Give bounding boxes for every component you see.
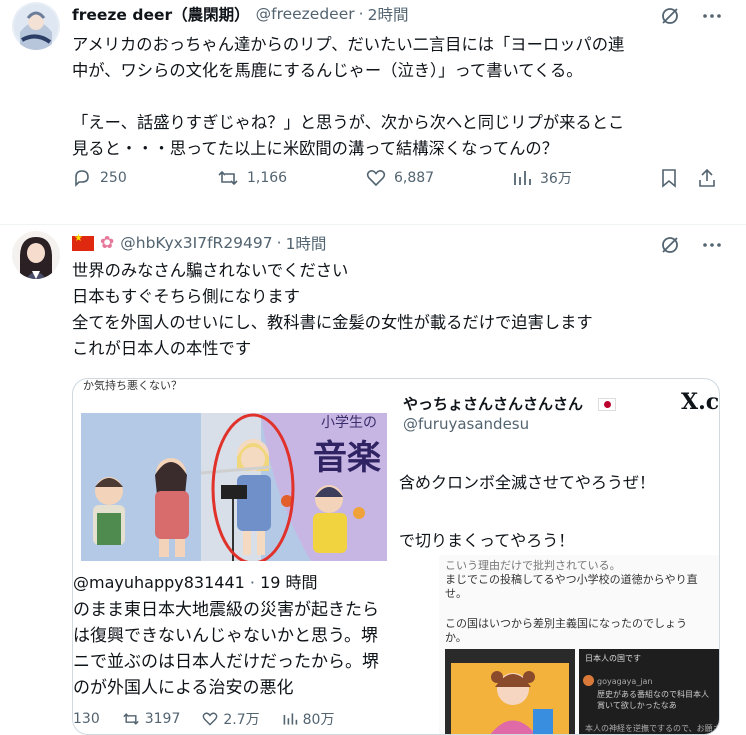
mini-avatar xyxy=(583,675,594,686)
embedded-handle: @mayuhappy831441 xyxy=(73,573,245,592)
small-line: せ。 xyxy=(445,587,467,600)
heart-icon xyxy=(202,712,218,726)
views-icon xyxy=(283,713,297,725)
tweet-line xyxy=(72,84,732,110)
retweet-icon xyxy=(123,713,139,725)
embedded-line: のまま東日本大地震級の災害が起きたら xyxy=(73,600,379,620)
avatar[interactable] xyxy=(12,2,60,50)
tweet-header: freeze deer（農閑期） @freezedeer · 2時間 xyxy=(72,3,408,25)
embedded-reply-count: 130 xyxy=(73,711,100,727)
image-caption: か気持ち悪くない？ xyxy=(83,379,182,392)
display-name[interactable]: freeze deer（農閑期） xyxy=(72,3,250,25)
tweet-line: 日本もすぐそちら側になります xyxy=(72,287,300,306)
more-options-icon[interactable] xyxy=(702,6,722,26)
mini-handle: goyagaya_jan xyxy=(597,677,653,686)
embedded-line: は復興できないんじゃないかと思う。堺 xyxy=(73,626,378,646)
embedded-line: ニで並ぶのは日本人だけだったから。堺 xyxy=(73,652,379,672)
small-line: この国はいつから差別主義国になったのでしょう xyxy=(445,617,687,630)
embedded-name: やっちょさんさんさんさん xyxy=(403,395,584,413)
embedded-views: 80万 xyxy=(282,709,335,729)
reply-icon xyxy=(75,170,89,187)
views-count: 36万 xyxy=(540,171,572,187)
timestamp[interactable]: 1時間 xyxy=(286,232,327,254)
tweet-line: 「えー、話盛りすぎじゃね？」と思うが、次から次へと同じリプが来るとこ xyxy=(72,113,625,132)
tweet-line: 全てを外国人のせいにし、教科書に金髪の女性が載るだけで迫害します xyxy=(72,313,593,332)
embedded-retweet: 3197 xyxy=(122,711,181,727)
small-line: か。 xyxy=(445,631,467,644)
embedded-like-count: 2.7万 xyxy=(223,712,260,728)
tweet-header: ✿ @hbKyx3I7fR29497 · 1時間 xyxy=(72,232,326,254)
avatar[interactable] xyxy=(12,231,60,279)
like-button[interactable]: 6,887 xyxy=(366,168,434,188)
tweet-line: 中が、ワシらの文化を馬鹿にするんじゃー（泣き）」って書いてくる。 xyxy=(72,61,583,80)
music-text: 音楽 xyxy=(313,438,381,478)
tweet-line: 見ると・・・思ってた以上に米欧間の溝って結構深くなってんの？ xyxy=(72,139,558,158)
embedded-time: 19 時間 xyxy=(260,573,318,592)
retweet-count: 1,166 xyxy=(247,170,288,186)
embedded-line: のが外国人による治安の悪化 xyxy=(73,678,294,698)
heart-icon xyxy=(366,170,386,187)
embedded-retweet-count: 3197 xyxy=(144,711,181,727)
views-button[interactable]: 36万 xyxy=(512,168,572,188)
screenshot-left: か気持ち悪くない？ 小学生の 音楽 @mayuhappy831441 · 19 … xyxy=(73,379,393,734)
retweet-icon xyxy=(218,170,238,186)
share-button[interactable] xyxy=(697,168,717,188)
china-flag-icon xyxy=(72,233,94,251)
tweet-text: アメリカのおっちゃん達からのリプ、だいたい二言目には「ヨーロッパの連 中が、ワシ… xyxy=(72,32,732,162)
embedded-line: 含めクロンボ全滅させてやろうぜ！ xyxy=(399,473,656,492)
tweet-top-actions xyxy=(660,6,722,26)
small-line: まじでこの投稿してるやつ小学校の道徳からやり直 xyxy=(445,573,698,586)
separator: · xyxy=(276,234,282,252)
tweet-top-actions xyxy=(660,235,722,255)
tweet-line: 世界のみなさん騙されないでください xyxy=(72,261,349,280)
separator: · xyxy=(249,573,255,592)
tweet-1[interactable]: freeze deer（農閑期） @freezedeer · 2時間 アメリカの… xyxy=(0,0,746,225)
embedded-user-name: やっちょさんさんさんさん xyxy=(403,393,617,414)
mini-text: 本人の神経を逆撫でするので、お願さんみ xyxy=(585,724,720,733)
grok-icon[interactable] xyxy=(660,6,680,26)
reply-count: 250 xyxy=(100,170,127,186)
screenshot-right: やっちょさんさんさんさん @furuyasandesu X.c 含めクロンボ全滅… xyxy=(395,379,720,734)
sign-text: 小学生の xyxy=(321,415,377,431)
bookmark-icon xyxy=(662,169,676,188)
japan-flag-icon xyxy=(598,398,617,411)
reply-button[interactable]: 250 xyxy=(72,168,127,188)
user-handle[interactable]: @freezedeer xyxy=(256,5,355,23)
embedded-line: で切りまくってやろう！ xyxy=(399,531,575,550)
timestamp[interactable]: 2時間 xyxy=(368,3,409,25)
retweet-button[interactable]: 1,166 xyxy=(217,168,287,188)
user-handle[interactable]: @hbKyx3I7fR29497 xyxy=(120,234,272,252)
tweet-line: アメリカのおっちゃん達からのリプ、だいたい二言目には「ヨーロッパの連 xyxy=(72,35,625,54)
tweet-text: 世界のみなさん騙されないでください 日本もすぐそちら側になります 全てを外国人の… xyxy=(72,258,732,362)
separator: · xyxy=(358,5,364,23)
x-logo: X.c xyxy=(681,389,720,415)
embedded-tweet-header: @mayuhappy831441 · 19 時間 xyxy=(73,569,318,593)
embedded-handle: @furuyasandesu xyxy=(403,415,530,433)
mini-text: 歴史がある番組なので科目本人賞いて欲しかったなあ xyxy=(597,690,709,710)
embedded-stats: 130 3197 2.7万 80万 xyxy=(73,709,334,729)
tweet-line: これが日本人の本性です xyxy=(72,339,252,358)
attached-image[interactable]: か気持ち悪くない？ 小学生の 音楽 @mayuhappy831441 · 19 … xyxy=(72,378,720,735)
share-icon xyxy=(699,168,715,187)
grok-icon[interactable] xyxy=(660,235,680,255)
bookmark-button[interactable] xyxy=(659,168,679,188)
views-icon xyxy=(514,171,531,185)
embedded-like: 2.7万 xyxy=(202,709,260,729)
photo-thumbnail xyxy=(445,649,575,734)
embedded-views-count: 80万 xyxy=(302,712,335,728)
mini-name: 日本人の国です xyxy=(585,654,641,663)
flower-icon: ✿ xyxy=(100,233,115,253)
more-options-icon[interactable] xyxy=(702,235,722,255)
textbook-illustration: 小学生の 音楽 xyxy=(81,413,387,561)
like-count: 6,887 xyxy=(394,170,435,186)
comment-thumbnail: 日本人の国です goyagaya_jan 歴史がある番組なので科目本人賞いて欲し… xyxy=(579,649,720,734)
